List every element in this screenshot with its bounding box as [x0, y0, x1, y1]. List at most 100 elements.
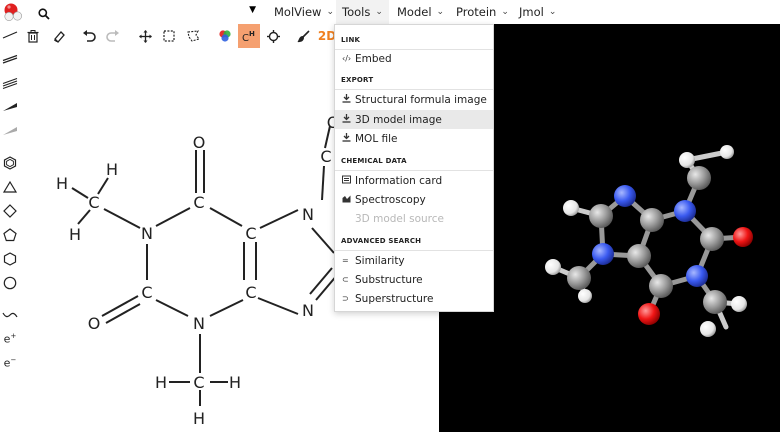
- triangle-ring-icon[interactable]: [0, 176, 20, 198]
- download-icon: [342, 133, 355, 144]
- charge-minus-tool[interactable]: e−: [0, 352, 20, 374]
- menu-item-label: 3D model image: [355, 113, 442, 126]
- menu-item-similarity[interactable]: = Similarity: [335, 251, 493, 270]
- menu-molview[interactable]: MolView ⌄: [268, 0, 340, 24]
- nitrogen-atom: [614, 185, 636, 207]
- center-view-icon[interactable]: [262, 24, 284, 48]
- show-hydrogens-icon[interactable]: CH: [238, 24, 260, 48]
- section-chemical-data-title: CHEMICAL DATA: [341, 157, 407, 165]
- menu-item-label: Information card: [355, 174, 443, 187]
- undo-icon[interactable]: [78, 24, 100, 48]
- clean-structure-icon[interactable]: [292, 24, 314, 48]
- superset-icon: ⊃: [342, 294, 349, 303]
- menu-tools-label: Tools: [342, 5, 371, 19]
- atom-label: N: [193, 314, 205, 333]
- atom-label: H: [193, 409, 205, 428]
- hydrogen-atom: [563, 200, 579, 216]
- color-mode-icon[interactable]: [214, 24, 236, 48]
- search-input[interactable]: [56, 3, 246, 21]
- charge-minus-label: e−: [3, 356, 17, 370]
- section-export-title: EXPORT: [341, 76, 374, 84]
- charge-plus-label: e+: [3, 332, 17, 346]
- carbon-atom: [687, 166, 711, 190]
- chart-icon: [342, 194, 355, 205]
- hydrogen-atom: [731, 296, 747, 312]
- menu-item-3d-model-source: 3D model source: [335, 209, 493, 228]
- menu-item-label: Substructure: [355, 273, 423, 286]
- square-ring-icon[interactable]: [0, 200, 20, 222]
- charge-plus-tool[interactable]: e+: [0, 328, 20, 350]
- menu-item-substructure[interactable]: ⊂ Substructure: [335, 270, 493, 289]
- hydrogen-atom: [578, 289, 592, 303]
- oxygen-atom: [638, 303, 660, 325]
- redo-icon[interactable]: [102, 24, 124, 48]
- chevron-down-icon: ⌄: [501, 7, 509, 17]
- double-bond-icon[interactable]: [0, 48, 20, 70]
- menu-tools[interactable]: Tools ⌄: [336, 0, 389, 24]
- atom-label: C: [245, 224, 256, 243]
- menu-item-label: MOL file: [355, 132, 398, 145]
- hydrogen-atom: [700, 321, 716, 337]
- trash-icon[interactable]: [22, 24, 44, 48]
- menu-item-information-card[interactable]: Information card: [335, 171, 493, 190]
- menu-protein[interactable]: Protein ⌄: [450, 0, 515, 24]
- carbon-atom: [627, 244, 651, 268]
- atom-label: H: [69, 225, 81, 244]
- menu-jmol[interactable]: Jmol ⌄: [513, 0, 562, 24]
- search-icon: [38, 5, 50, 24]
- menu-model[interactable]: Model ⌄: [391, 0, 450, 24]
- menu-item-3d-model-image[interactable]: 3D model image: [335, 110, 493, 129]
- hash-bond-icon[interactable]: [0, 120, 20, 142]
- chain-icon[interactable]: [0, 304, 20, 326]
- atom-labels: O C H H C H N C C N C N C C O N H C H H …: [56, 113, 339, 428]
- menu-item-mol-file[interactable]: MOL file: [335, 129, 493, 148]
- download-icon: [342, 114, 355, 125]
- section-link-title: LINK: [341, 36, 361, 44]
- menu-item-label: Spectroscopy: [355, 193, 426, 206]
- single-bond-icon[interactable]: [0, 24, 20, 46]
- hydrogen-atom: [545, 259, 561, 275]
- molview-logo-icon[interactable]: [2, 0, 26, 24]
- atom-label: O: [88, 314, 101, 333]
- wedge-bond-icon[interactable]: [0, 96, 20, 118]
- subset-icon: ⊂: [342, 275, 349, 284]
- nitrogen-atom: [686, 265, 708, 287]
- menu-item-label: Embed: [355, 52, 392, 65]
- nitrogen-atom: [592, 243, 614, 265]
- lasso-select-icon[interactable]: [182, 24, 204, 48]
- atom-label: C: [141, 283, 152, 302]
- menu-item-label: Superstructure: [355, 292, 434, 305]
- atom-label: N: [141, 224, 153, 243]
- svg-text:H: H: [249, 30, 255, 38]
- menu-item-embed[interactable]: ‹/› Embed: [335, 49, 493, 68]
- pentagon-ring-icon[interactable]: [0, 224, 20, 246]
- code-icon: ‹/›: [342, 54, 352, 63]
- equals-icon: =: [342, 256, 349, 265]
- hexagon-ring-icon[interactable]: [0, 248, 20, 270]
- left-toolbar: e+ e−: [0, 24, 20, 432]
- rectangle-select-icon[interactable]: [158, 24, 180, 48]
- carbon-atom: [640, 208, 664, 232]
- menu-item-spectroscopy[interactable]: Spectroscopy: [335, 190, 493, 209]
- hydrogen-atom: [720, 145, 734, 159]
- menu-item-structural-formula-image[interactable]: Structural formula image: [335, 90, 493, 109]
- benzene-ring-icon[interactable]: [0, 152, 20, 174]
- atom-label: H: [56, 174, 68, 193]
- menu-item-label: Structural formula image: [355, 93, 487, 106]
- menu-molview-label: MolView: [274, 5, 322, 19]
- search-box[interactable]: ▼: [32, 2, 262, 22]
- move-icon[interactable]: [134, 24, 156, 48]
- top-bar: ▼ MolView ⌄ Tools ⌄ Model ⌄ Protein ⌄ Jmol ⌄: [0, 0, 780, 24]
- atom-label: C: [320, 147, 331, 166]
- chevron-down-icon: ⌄: [326, 7, 334, 17]
- tools-dropdown-menu: LINK ‹/› Embed EXPORT Structural formula …: [334, 24, 494, 312]
- heptagon-ring-icon[interactable]: [0, 272, 20, 294]
- chevron-down-icon: ⌄: [375, 7, 383, 17]
- triple-bond-icon[interactable]: [0, 72, 20, 94]
- search-dropdown-chevron-icon[interactable]: ▼: [249, 5, 256, 15]
- eraser-icon[interactable]: [48, 24, 70, 48]
- menu-jmol-label: Jmol: [519, 5, 544, 19]
- menu-item-superstructure[interactable]: ⊃ Superstructure: [335, 289, 493, 308]
- menu-model-label: Model: [397, 5, 432, 19]
- carbon-atom: [703, 290, 727, 314]
